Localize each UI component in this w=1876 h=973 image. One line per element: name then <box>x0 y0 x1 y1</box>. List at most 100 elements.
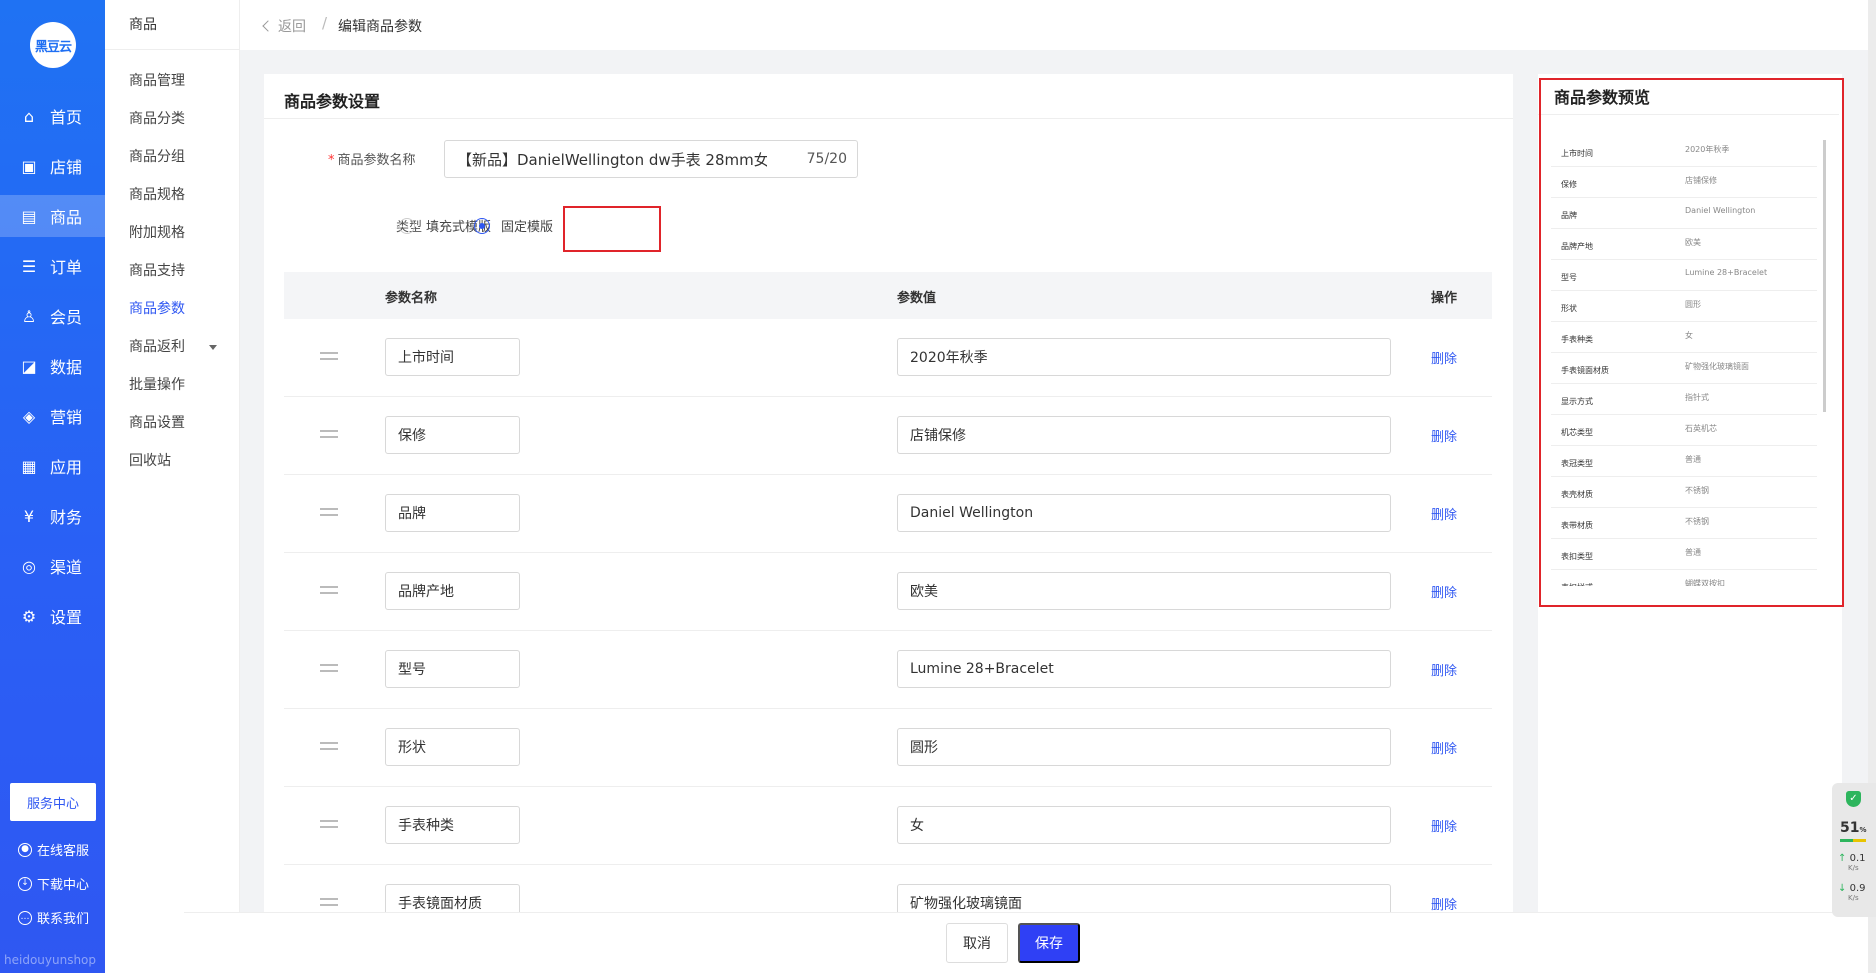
cpu-percent: 51% <box>1840 820 1867 836</box>
bottom-link[interactable]: ↓ 下载中心 <box>18 874 89 893</box>
param-value-field[interactable]: 女 <box>897 806 1391 844</box>
drag-handle-icon[interactable] <box>320 508 338 516</box>
delete-link[interactable]: 删除 <box>1431 582 1457 601</box>
drag-handle-icon[interactable] <box>320 430 338 438</box>
drag-handle-icon[interactable] <box>320 898 338 906</box>
delete-link[interactable]: 删除 <box>1431 660 1457 679</box>
bottom-link[interactable]: ● 在线客服 <box>18 840 89 859</box>
download-icon: ↓ <box>18 876 32 891</box>
nav-item[interactable]: ⚙ 设置 <box>0 595 105 637</box>
table-row: 品牌产地 欧美 删除 <box>284 553 1492 631</box>
param-name-field[interactable]: 上市时间 <box>385 338 520 376</box>
drag-handle-icon[interactable] <box>320 742 338 750</box>
drag-handle-icon[interactable] <box>320 820 338 828</box>
divider <box>264 118 1513 119</box>
highlight-box <box>563 206 661 252</box>
bottom-link[interactable]: … 联系我们 <box>18 908 89 927</box>
divider <box>105 49 240 50</box>
percent-value: 51 <box>1840 820 1860 836</box>
param-value-field[interactable]: 店铺保修 <box>897 416 1391 454</box>
table-row: 型号 Lumine 28+Bracelet 删除 <box>284 631 1492 709</box>
upload-unit: K/s <box>1848 864 1859 872</box>
drag-handle-icon[interactable] <box>320 586 338 594</box>
percent-unit: % <box>1859 826 1867 834</box>
subnav-item[interactable]: 批量操作 <box>129 374 185 394</box>
nav-item-label: 商品 <box>50 208 83 227</box>
drag-handle-icon[interactable] <box>320 664 338 672</box>
param-value-field[interactable]: 欧美 <box>897 572 1391 610</box>
nav-item[interactable]: ▤ 商品 <box>0 195 105 237</box>
chat-icon: ● <box>18 842 32 857</box>
param-settings-card: 商品参数设置 * 商品参数名称 【新品】DanielWellington dw手表… <box>264 74 1513 943</box>
param-name-field[interactable]: 型号 <box>385 650 520 688</box>
nav-item-label: 渠道 <box>50 558 83 577</box>
nav-item-label: 营销 <box>50 408 83 427</box>
subnav-item[interactable]: 商品规格 <box>129 184 185 204</box>
subnav-item[interactable]: 商品设置 <box>129 412 185 432</box>
app-icon: ▦ <box>21 456 37 476</box>
delete-link[interactable]: 删除 <box>1431 504 1457 523</box>
nav-item[interactable]: ☰ 订单 <box>0 245 105 287</box>
param-value-field[interactable]: Lumine 28+Bracelet <box>897 650 1391 688</box>
param-value-field[interactable]: 圆形 <box>897 728 1391 766</box>
breadcrumb-separator: / <box>322 14 328 32</box>
subnav-item[interactable]: 商品参数 <box>129 298 185 318</box>
drag-handle-icon[interactable] <box>320 352 338 360</box>
main-sidebar: 黑豆云 ⌂ 首页 ▣ 店铺 ▤ 商品 ☰ 订单 ♙ 会员 ◪ 数据 ◈ 营销 ▦ 应用 ¥ 财务 ◎ 渠道 ⚙ 设置 服务… <box>0 0 105 973</box>
param-name-field[interactable]: 手表种类 <box>385 806 520 844</box>
subnav-item[interactable]: 商品分组 <box>129 146 185 166</box>
highlight-box <box>1539 78 1844 607</box>
delete-link[interactable]: 删除 <box>1431 738 1457 757</box>
chevron-down-icon[interactable] <box>209 345 217 350</box>
back-label: 返回 <box>278 19 306 35</box>
param-name-input[interactable]: 【新品】DanielWellington dw手表 28mm女士 75/20 <box>444 140 858 178</box>
param-name-field[interactable]: 形状 <box>385 728 520 766</box>
param-name-field[interactable]: 品牌产地 <box>385 572 520 610</box>
nav-item[interactable]: ◎ 渠道 <box>0 545 105 587</box>
nav-item[interactable]: ◪ 数据 <box>0 345 105 387</box>
nav-item[interactable]: ⌂ 首页 <box>0 95 105 137</box>
param-value-field[interactable]: Daniel Wellington <box>897 494 1391 532</box>
col-header-action: 操作 <box>1431 291 1458 306</box>
nav-item[interactable]: ¥ 财务 <box>0 495 105 537</box>
table-row: 手表种类 女 删除 <box>284 787 1492 865</box>
param-name-field[interactable]: 品牌 <box>385 494 520 532</box>
param-name-field[interactable]: 保修 <box>385 416 520 454</box>
param-name-label-text: 商品参数名称 <box>337 153 416 168</box>
col-header-name: 参数名称 <box>385 291 438 306</box>
logo[interactable]: 黑豆云 <box>30 22 76 68</box>
param-value-field[interactable]: 2020年秋季 <box>897 338 1391 376</box>
network-monitor-widget[interactable]: ✓ 51% ↑ 0.1 K/s ↓ 0.9 K/s <box>1832 783 1876 917</box>
shield-icon: ✓ <box>1846 791 1861 807</box>
upload-speed: ↑ 0.1 K/s <box>1838 853 1865 872</box>
subnav-item[interactable]: 商品管理 <box>129 70 185 90</box>
chevron-left-icon <box>262 20 274 32</box>
save-button[interactable]: 保存 <box>1018 923 1080 963</box>
subnav-item[interactable]: 商品返利 <box>129 336 185 356</box>
preview-scrollbar[interactable] <box>1823 140 1826 412</box>
cancel-button[interactable]: 取消 <box>946 923 1008 963</box>
service-center-button[interactable]: 服务中心 <box>10 783 96 821</box>
back-link[interactable]: 返回 <box>262 16 306 36</box>
radio-label: 固定模版 <box>501 220 554 235</box>
nav-item[interactable]: ▦ 应用 <box>0 445 105 487</box>
delete-link[interactable]: 删除 <box>1431 894 1457 913</box>
nav-item[interactable]: ♙ 会员 <box>0 295 105 337</box>
download-speed: ↓ 0.9 K/s <box>1838 883 1865 902</box>
card-title: 商品参数设置 <box>284 92 381 111</box>
delete-link[interactable]: 删除 <box>1431 816 1457 835</box>
nav-item[interactable]: ◈ 营销 <box>0 395 105 437</box>
download-unit: K/s <box>1848 894 1859 902</box>
subnav-item[interactable]: 商品支持 <box>129 260 185 280</box>
subnav-item[interactable]: 商品分类 <box>129 108 185 128</box>
delete-link[interactable]: 删除 <box>1431 426 1457 445</box>
subnav-item[interactable]: 附加规格 <box>129 222 185 242</box>
upload-value: 0.1 <box>1849 853 1866 864</box>
bottom-link-label: 联系我们 <box>37 912 90 927</box>
subnav-item[interactable]: 回收站 <box>129 450 171 470</box>
nav-item[interactable]: ▣ 店铺 <box>0 145 105 187</box>
radio-fixed-template[interactable]: 固定模版 <box>474 216 553 235</box>
delete-link[interactable]: 删除 <box>1431 348 1457 367</box>
col-header-value: 参数值 <box>897 291 937 306</box>
goods-icon: ▤ <box>21 206 37 226</box>
